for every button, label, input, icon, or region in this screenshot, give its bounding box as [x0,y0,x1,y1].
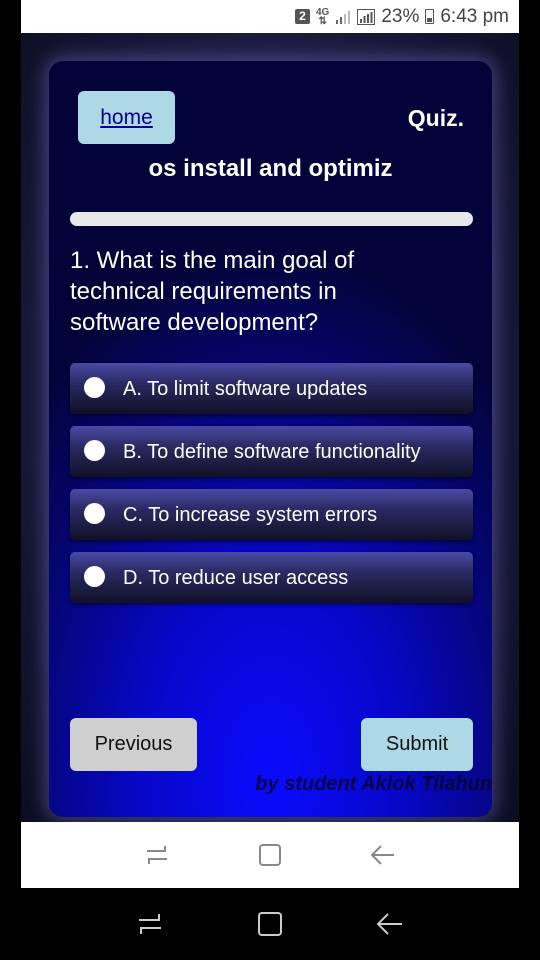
option-label: A. To limit software updates [123,378,368,400]
progress-bar [70,212,473,226]
signal-icon [336,10,351,24]
option-b[interactable]: B. To define software functionality [70,426,473,477]
home-icon[interactable] [256,910,284,938]
home-button[interactable]: home [78,91,175,144]
recent-apps-icon[interactable] [136,911,164,937]
answer-options: A. To limit software updates B. To defin… [70,363,473,615]
radio-button-icon[interactable] [84,503,105,524]
sim-badge: 2 [294,9,310,24]
home-icon[interactable] [257,842,283,868]
option-label: C. To increase system errors [123,504,378,526]
battery-percent: 23% [381,5,420,27]
network-type-indicator: 4G ⇅ [315,6,330,27]
phone-screen: 2 4G ⇅ 23% 6:43 pm home Quiz. os install … [21,0,519,888]
question-text: 1. What is the main goal of technical re… [70,247,355,336]
option-label: B. To define software functionality [123,441,421,463]
radio-button-icon[interactable] [84,377,105,398]
quiz-card: home Quiz. os install and optimiz 1. Wha… [49,61,492,817]
recent-apps-icon[interactable] [144,843,170,867]
clock: 6:43 pm [440,5,509,27]
signal-icon-2 [357,8,376,25]
status-bar: 2 4G ⇅ 23% 6:43 pm [21,0,519,33]
battery-icon [425,9,435,24]
submit-button[interactable]: Submit [361,718,473,771]
network-type: 4G [315,6,330,18]
system-navigation-bar [0,888,540,960]
radio-button-icon[interactable] [84,440,105,461]
quiz-app: home Quiz. os install and optimiz 1. Wha… [21,33,519,822]
radio-button-icon[interactable] [84,566,105,587]
previous-button[interactable]: Previous [70,718,197,771]
option-a[interactable]: A. To limit software updates [70,363,473,414]
home-link[interactable]: home [100,106,153,130]
back-icon[interactable] [376,911,404,937]
option-label: D. To reduce user access [123,567,349,589]
quiz-label: Quiz. [407,105,464,131]
app-navigation-bar [21,822,519,888]
back-icon[interactable] [370,843,396,867]
author-credit: by student Aklok Tilahun [255,773,492,795]
quiz-subject-title: os install and optimiz [148,155,393,182]
option-c[interactable]: C. To increase system errors [70,489,473,540]
option-d[interactable]: D. To reduce user access [70,552,473,603]
